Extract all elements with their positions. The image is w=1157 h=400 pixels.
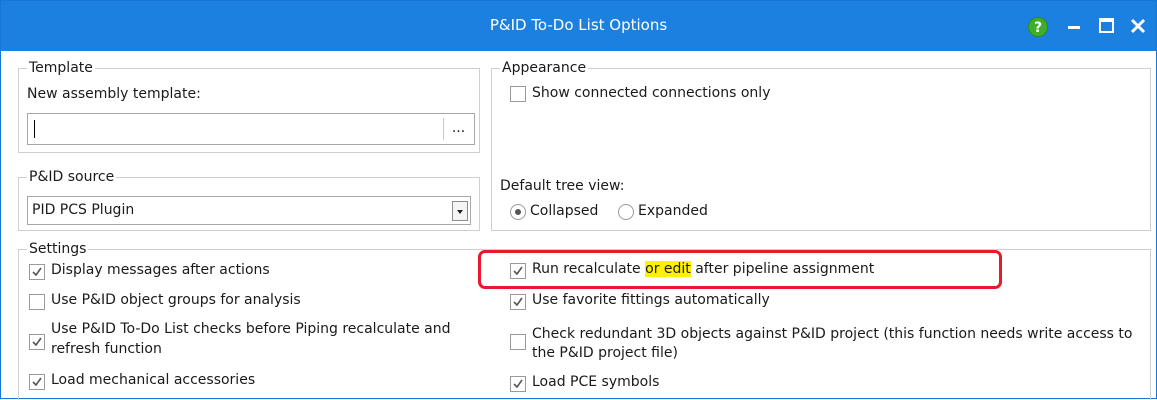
help-icon[interactable]: ? [1028,17,1048,37]
pid-source-legend: P&ID source [29,169,115,185]
display-messages-label[interactable]: Display messages after actions [51,262,270,278]
use-todo-checks-label-line1[interactable]: Use P&ID To-Do List checks before Piping… [51,321,451,337]
use-favorite-fittings-label[interactable]: Use favorite fittings automatically [532,292,770,308]
load-pce-symbols-label[interactable]: Load PCE symbols [532,374,659,390]
use-favorite-fittings-checkbox[interactable] [510,294,526,310]
chevron-down-icon[interactable] [452,201,468,221]
use-todo-checks-checkbox[interactable] [29,334,45,350]
template-legend: Template [29,60,93,76]
load-mechanical-accessories-checkbox[interactable] [29,374,45,390]
annotation-highlight-box [478,250,1002,289]
collapsed-radio[interactable] [510,204,526,220]
close-icon[interactable] [1125,13,1151,39]
text-caret [34,120,35,138]
template-path-input[interactable]: ... [27,113,475,145]
settings-legend: Settings [29,241,87,257]
radio-selected-dot [515,209,521,215]
default-tree-view-label: Default tree view: [500,178,625,194]
pid-source-selected-value: PID PCS Plugin [32,202,135,218]
load-pce-symbols-checkbox[interactable] [510,376,526,392]
window-title: P&ID To-Do List Options [489,16,668,34]
expanded-radio[interactable] [618,204,634,220]
appearance-legend: Appearance [502,60,587,76]
new-assembly-template-label: New assembly template: [27,86,201,102]
check-redundant-label-line2[interactable]: the P&ID project file) [532,345,678,361]
show-connected-label[interactable]: Show connected connections only [532,85,770,101]
pid-source-select[interactable]: PID PCS Plugin [27,196,471,225]
check-redundant-label-line1[interactable]: Check redundant 3D objects against P&ID … [532,326,1132,342]
maximize-icon[interactable] [1093,13,1119,39]
options-dialog: P&ID To-Do List Options ? Template New a… [0,0,1157,400]
check-redundant-checkbox[interactable] [510,334,526,350]
minimize-icon[interactable] [1061,13,1087,39]
expanded-label[interactable]: Expanded [638,203,708,219]
title-bar[interactable]: P&ID To-Do List Options ? [1,1,1156,51]
use-object-groups-checkbox[interactable] [29,294,45,310]
use-todo-checks-label-line2[interactable]: refresh function [51,341,162,357]
load-mechanical-accessories-label[interactable]: Load mechanical accessories [51,372,255,388]
collapsed-label[interactable]: Collapsed [530,203,598,219]
use-object-groups-label[interactable]: Use P&ID object groups for analysis [51,292,301,308]
browse-button[interactable]: ... [443,118,473,140]
display-messages-checkbox[interactable] [29,264,45,280]
show-connected-checkbox[interactable] [510,86,526,102]
